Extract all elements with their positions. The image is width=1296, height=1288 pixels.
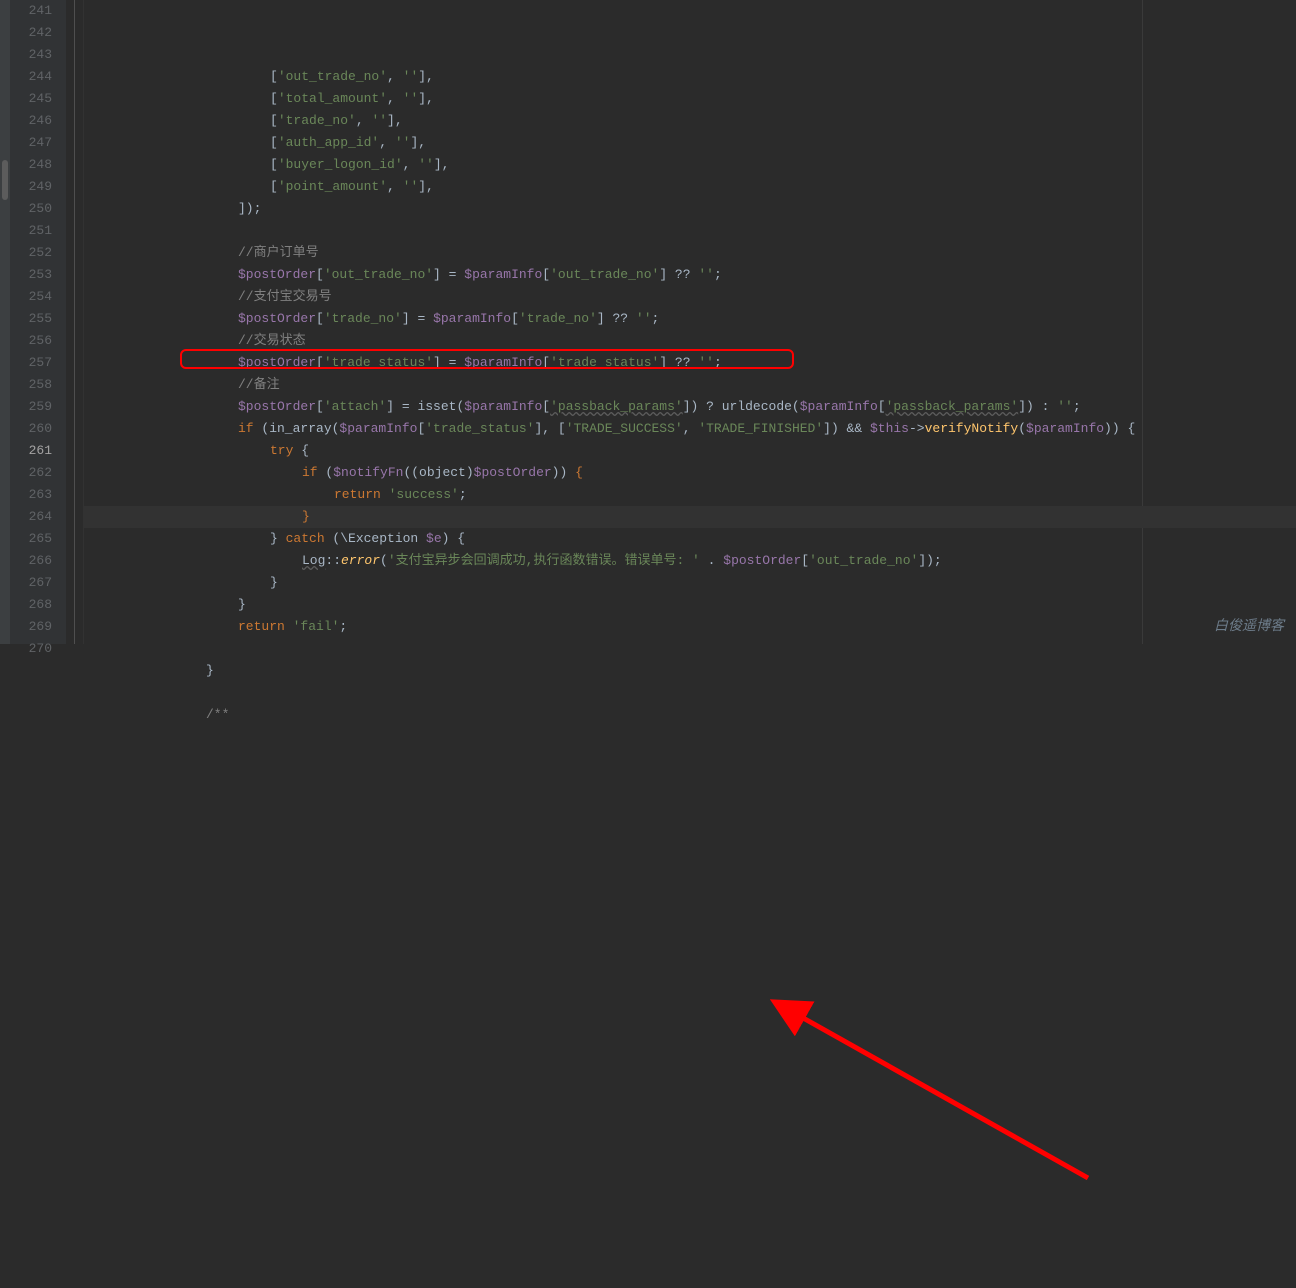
code-line[interactable]: } <box>84 594 1296 616</box>
line-number: 267 <box>10 572 52 594</box>
line-number: 270 <box>10 638 52 660</box>
line-number: 251 <box>10 220 52 242</box>
line-number: 254 <box>10 286 52 308</box>
code-line[interactable]: ['auth_app_id', ''], <box>84 132 1296 154</box>
code-line[interactable]: Log::error('支付宝异步会回调成功,执行函数错误。错误单号: ' . … <box>84 550 1296 572</box>
code-line[interactable]: if ($notifyFn((object)$postOrder)) { <box>84 462 1296 484</box>
code-line[interactable]: ['total_amount', ''], <box>84 88 1296 110</box>
line-number: 243 <box>10 44 52 66</box>
line-number: 244 <box>10 66 52 88</box>
line-number: 253 <box>10 264 52 286</box>
line-number: 241 <box>10 0 52 22</box>
line-number: 259 <box>10 396 52 418</box>
line-number: 257 <box>10 352 52 374</box>
code-line[interactable]: } <box>84 660 1296 682</box>
line-number: 256 <box>10 330 52 352</box>
line-number: 246 <box>10 110 52 132</box>
annotation-arrow <box>0 644 1296 1288</box>
code-line[interactable]: ]); <box>84 198 1296 220</box>
code-line[interactable]: try { <box>84 440 1296 462</box>
code-line[interactable] <box>84 220 1296 242</box>
line-number: 266 <box>10 550 52 572</box>
line-number: 249 <box>10 176 52 198</box>
watermark: 白俊遥博客 <box>1214 616 1284 638</box>
code-line[interactable]: $postOrder['trade_status'] = $paramInfo[… <box>84 352 1296 374</box>
code-line[interactable]: } <box>84 572 1296 594</box>
line-number: 250 <box>10 198 52 220</box>
code-line[interactable]: ['trade_no', ''], <box>84 110 1296 132</box>
line-number-gutter: 2412422432442452462472482492502512522532… <box>10 0 66 644</box>
scrollbar-thumb[interactable] <box>2 160 8 200</box>
code-line[interactable]: //备注 <box>84 374 1296 396</box>
line-number: 248 <box>10 154 52 176</box>
line-number: 264 <box>10 506 52 528</box>
code-line[interactable]: } catch (\Exception $e) { <box>84 528 1296 550</box>
code-line[interactable]: //商户订单号 <box>84 242 1296 264</box>
code-line[interactable]: return 'fail'; <box>84 616 1296 638</box>
code-line[interactable] <box>84 682 1296 704</box>
code-line[interactable]: ['point_amount', ''], <box>84 176 1296 198</box>
vertical-scrollbar[interactable] <box>0 0 10 644</box>
line-number: 247 <box>10 132 52 154</box>
code-area[interactable]: ['out_trade_no', ''],['total_amount', ''… <box>84 0 1296 644</box>
line-number: 262 <box>10 462 52 484</box>
line-number: 265 <box>10 528 52 550</box>
line-number: 252 <box>10 242 52 264</box>
code-line[interactable]: $postOrder['trade_no'] = $paramInfo['tra… <box>84 308 1296 330</box>
line-number: 261 <box>10 440 52 462</box>
line-number: 258 <box>10 374 52 396</box>
code-line[interactable]: ['out_trade_no', ''], <box>84 66 1296 88</box>
code-line[interactable]: /** <box>84 704 1296 726</box>
line-number: 242 <box>10 22 52 44</box>
code-line[interactable]: } <box>84 506 1296 528</box>
line-number: 245 <box>10 88 52 110</box>
code-line[interactable]: //交易状态 <box>84 330 1296 352</box>
line-number: 268 <box>10 594 52 616</box>
code-line[interactable]: if (in_array($paramInfo['trade_status'],… <box>84 418 1296 440</box>
code-line[interactable] <box>84 638 1296 660</box>
line-number: 269 <box>10 616 52 638</box>
line-number: 263 <box>10 484 52 506</box>
code-line[interactable]: $postOrder['attach'] = isset($paramInfo[… <box>84 396 1296 418</box>
code-line[interactable]: ['buyer_logon_id', ''], <box>84 154 1296 176</box>
line-number: 260 <box>10 418 52 440</box>
code-editor[interactable]: 2412422432442452462472482492502512522532… <box>0 0 1296 644</box>
fold-gutter[interactable] <box>66 0 84 644</box>
code-line[interactable]: //支付宝交易号 <box>84 286 1296 308</box>
code-line[interactable]: return 'success'; <box>84 484 1296 506</box>
line-number: 255 <box>10 308 52 330</box>
code-line[interactable]: $postOrder['out_trade_no'] = $paramInfo[… <box>84 264 1296 286</box>
